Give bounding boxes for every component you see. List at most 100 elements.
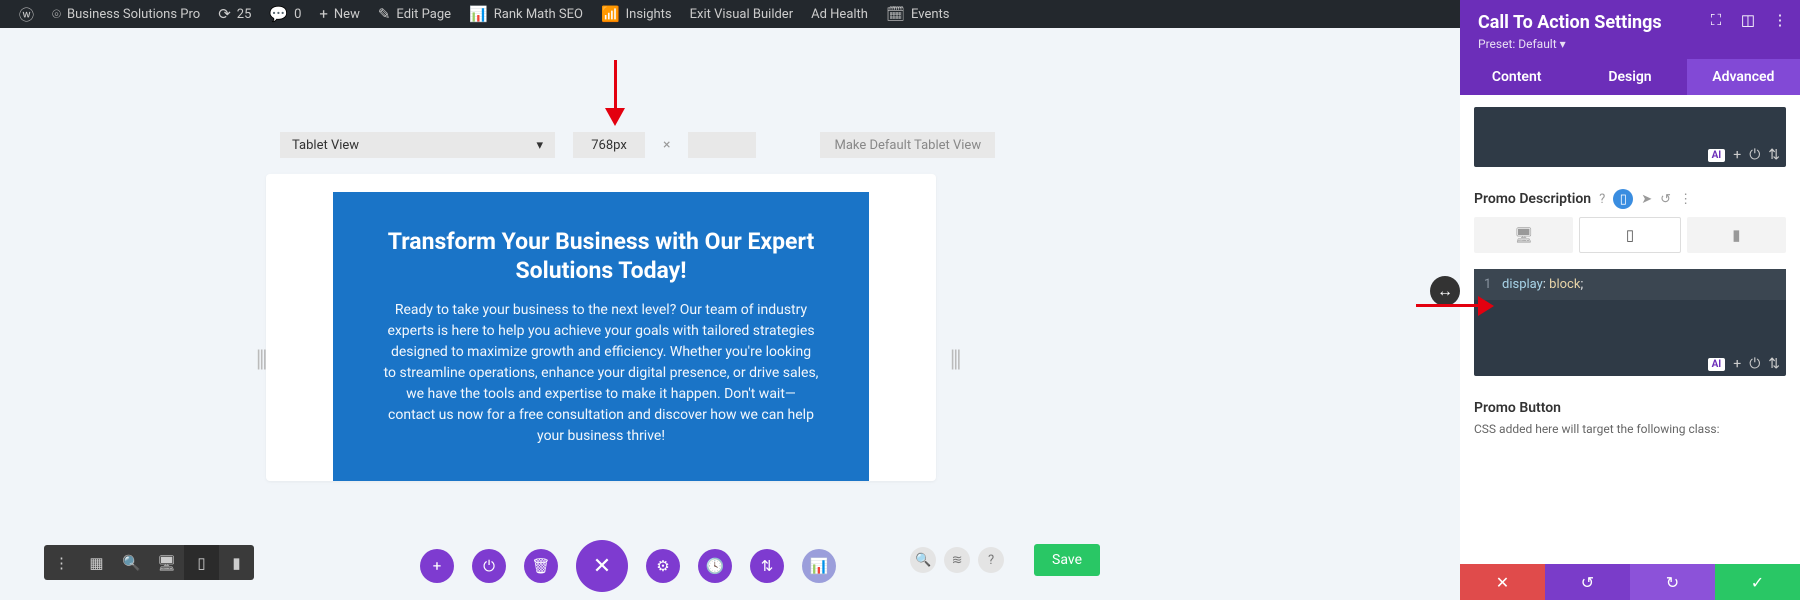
- admin-bar-left: ⓦ ⌾Business Solutions Pro ⟳25 💬0 +New ✎E…: [10, 0, 959, 28]
- panel-header: Call To Action Settings Preset: Default …: [1460, 0, 1800, 59]
- builder-action-toolbar: + ⏻ 🗑 ✕ ⚙ 🕓 ⇅ 📊: [420, 540, 836, 592]
- reset-icon[interactable]: ↺: [1660, 192, 1671, 207]
- annotation-arrow-right: [1416, 296, 1494, 316]
- dimension-separator: ×: [663, 137, 670, 153]
- save-toolbar: 🔍 ≋ ? Save: [910, 544, 1100, 576]
- cta-module[interactable]: Transform Your Business with Our Expert …: [333, 192, 869, 481]
- wireframe-button[interactable]: ▦: [79, 545, 114, 580]
- preset-dropdown[interactable]: Preset: Default ▾: [1478, 37, 1782, 51]
- stats-button[interactable]: 📊: [802, 549, 836, 583]
- chart-icon: 📊: [469, 5, 488, 23]
- power-css-icon-2[interactable]: ⏻: [1749, 356, 1760, 372]
- events-link[interactable]: 🗓 Events: [877, 0, 959, 28]
- expand-panel-icon[interactable]: ⛶: [1706, 10, 1726, 30]
- desktop-view-button[interactable]: 🖥: [149, 545, 184, 580]
- comments-link[interactable]: 💬0: [260, 0, 310, 28]
- help-button[interactable]: ?: [978, 547, 1004, 573]
- code-line: 1 display: block;: [1474, 269, 1786, 300]
- insights-link[interactable]: 📶 Insights: [592, 0, 681, 28]
- zoom-button[interactable]: 🔍: [114, 545, 149, 580]
- site-name-link[interactable]: ⌾Business Solutions Pro: [43, 0, 209, 28]
- dashboard-icon: ⌾: [52, 5, 61, 23]
- annotation-arrow-down: [605, 60, 625, 130]
- device-desktop-tab[interactable]: 🖥: [1474, 217, 1573, 253]
- wordpress-icon: ⓦ: [19, 4, 34, 25]
- comments-count: 0: [294, 7, 301, 22]
- tablet-indicator-icon[interactable]: ▯: [1613, 189, 1633, 209]
- snap-panel-icon[interactable]: ◫: [1738, 10, 1758, 30]
- settings-button[interactable]: ⚙: [646, 549, 680, 583]
- resize-handle-left[interactable]: ⦀: [256, 346, 265, 377]
- view-select[interactable]: Tablet View ▾: [280, 132, 555, 158]
- css-note: CSS added here will target the following…: [1474, 422, 1786, 436]
- add-css-icon[interactable]: +: [1733, 147, 1741, 163]
- exit-builder-link[interactable]: Exit Visual Builder: [681, 0, 802, 28]
- help-icon[interactable]: ?: [1599, 192, 1605, 207]
- promo-desc-label: Promo Description: [1474, 191, 1591, 207]
- new-link[interactable]: +New: [310, 0, 368, 28]
- calendar-icon: 🗓: [886, 5, 905, 23]
- make-default-button[interactable]: Make Default Tablet View: [820, 132, 995, 158]
- panel-footer: ✕ ↺ ↻ ✓: [1460, 564, 1800, 600]
- tab-design[interactable]: Design: [1573, 59, 1686, 95]
- css-code-editor[interactable]: 1 display: block; AI + ⏻ ⇅: [1474, 269, 1786, 376]
- cta-description: Ready to take your business to the next …: [383, 300, 819, 447]
- history-button[interactable]: 🕓: [698, 549, 732, 583]
- events-label: Events: [911, 7, 949, 22]
- add-css-icon-2[interactable]: +: [1733, 356, 1741, 372]
- responsive-controls: Tablet View ▾ × Make Default Tablet View: [280, 132, 995, 158]
- code-text: display: block;: [1502, 277, 1583, 292]
- cta-title: Transform Your Business with Our Expert …: [383, 228, 819, 286]
- builder-canvas: Tablet View ▾ × Make Default Tablet View…: [0, 28, 1460, 600]
- width-input[interactable]: [573, 132, 645, 158]
- tab-advanced[interactable]: Advanced: [1687, 59, 1800, 95]
- hover-cursor-icon[interactable]: ➤: [1641, 192, 1652, 207]
- resize-handle-right[interactable]: ⦀: [950, 346, 959, 377]
- css-box-empty[interactable]: AI + ⏻ ⇅: [1474, 107, 1786, 167]
- wp-logo[interactable]: ⓦ: [10, 0, 43, 28]
- sort-css-icon-2[interactable]: ⇅: [1768, 356, 1780, 372]
- bar-chart-icon: 📶: [601, 5, 620, 23]
- ai-badge[interactable]: AI: [1708, 149, 1726, 162]
- line-number: 1: [1484, 277, 1502, 292]
- device-phone-tab[interactable]: ▮: [1687, 217, 1786, 253]
- settings-panel: Call To Action Settings Preset: Default …: [1460, 0, 1800, 600]
- layers-button[interactable]: ≋: [944, 547, 970, 573]
- panel-header-icons: ⛶ ◫ ⋮: [1706, 10, 1790, 30]
- exit-builder-label: Exit Visual Builder: [690, 7, 793, 22]
- power-css-icon[interactable]: ⏻: [1749, 147, 1760, 163]
- updates-link[interactable]: ⟳25: [209, 0, 260, 28]
- rankmath-link[interactable]: 📊Rank Math SEO: [460, 0, 592, 28]
- view-select-label: Tablet View: [292, 138, 359, 153]
- more-icon[interactable]: ⋮: [1679, 192, 1692, 207]
- tablet-view-button[interactable]: ▯: [184, 545, 219, 580]
- code-box-icons: AI + ⏻ ⇅: [1708, 356, 1780, 372]
- search-small-button[interactable]: 🔍: [910, 547, 936, 573]
- view-mode-toolbar: ⋮ ▦ 🔍 🖥 ▯ ▮: [44, 545, 254, 580]
- sort-css-icon[interactable]: ⇅: [1768, 147, 1780, 163]
- insights-label: Insights: [626, 7, 672, 22]
- promo-desc-row: Promo Description ? ▯ ➤ ↺ ⋮: [1474, 189, 1786, 209]
- menu-button[interactable]: ⋮: [44, 545, 79, 580]
- device-tabs: 🖥 ▯ ▮: [1474, 217, 1786, 253]
- undo-button[interactable]: ↺: [1545, 564, 1630, 600]
- more-panel-icon[interactable]: ⋮: [1770, 10, 1790, 30]
- save-button[interactable]: Save: [1034, 544, 1100, 576]
- add-button[interactable]: +: [420, 549, 454, 583]
- ad-health-link[interactable]: Ad Health: [802, 0, 877, 28]
- tab-content[interactable]: Content: [1460, 59, 1573, 95]
- trash-button[interactable]: 🗑: [524, 549, 558, 583]
- device-tablet-tab[interactable]: ▯: [1579, 217, 1680, 253]
- ai-badge-2[interactable]: AI: [1708, 358, 1726, 371]
- sort-button[interactable]: ⇅: [750, 549, 784, 583]
- updates-count: 25: [237, 7, 252, 22]
- phone-view-button[interactable]: ▮: [219, 545, 254, 580]
- power-button[interactable]: ⏻: [472, 549, 506, 583]
- cancel-button[interactable]: ✕: [1460, 564, 1545, 600]
- edit-page-link[interactable]: ✎Edit Page: [369, 0, 460, 28]
- confirm-button[interactable]: ✓: [1715, 564, 1800, 600]
- redo-button[interactable]: ↻: [1630, 564, 1715, 600]
- comment-icon: 💬: [269, 5, 288, 23]
- height-input[interactable]: [688, 132, 756, 158]
- close-builder-button[interactable]: ✕: [576, 540, 628, 592]
